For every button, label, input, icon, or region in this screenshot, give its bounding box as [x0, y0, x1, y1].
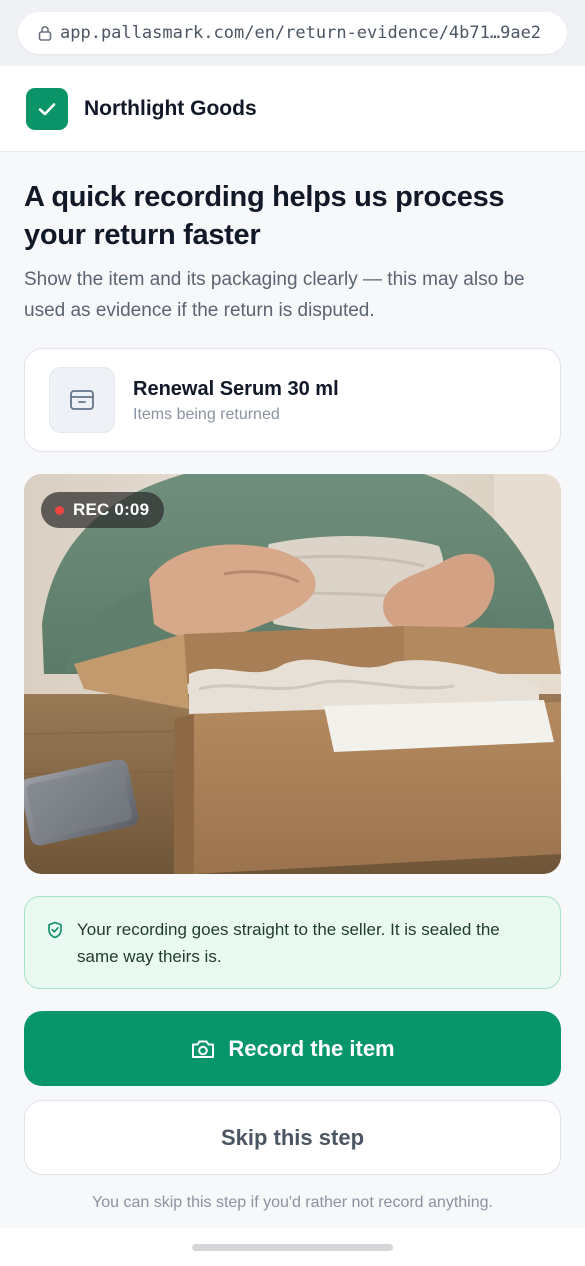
recording-badge: REC 0:09: [41, 492, 165, 528]
recording-indicator-dot: [55, 505, 64, 515]
skip-step-label: Skip this step: [220, 1124, 365, 1150]
record-item-label: Record the item: [228, 1035, 395, 1061]
app-header: Northlight Goods: [0, 66, 585, 152]
archive-box-icon: [70, 390, 94, 410]
home-bar-area: [0, 1228, 585, 1266]
page-subtitle: Show the item and its packaging clearly …: [24, 269, 525, 321]
item-name: Renewal Serum 30 ml: [133, 378, 339, 400]
skip-step-button[interactable]: Skip this step: [24, 1100, 561, 1175]
notice-text: Your recording goes straight to the sell…: [77, 920, 500, 966]
return-item-card: Renewal Serum 30 ml Items being returned: [24, 348, 561, 452]
main-content: A quick recording helps us process your …: [0, 152, 585, 1212]
url-text: app.pallasmark.com/en/return-evidence/4b…: [60, 23, 542, 43]
recording-frame-image: [24, 474, 561, 874]
check-icon: [38, 102, 56, 115]
home-indicator[interactable]: [192, 1243, 393, 1251]
privacy-notice: Your recording goes straight to the sell…: [24, 896, 561, 989]
skip-footnote: You can skip this step if you'd rather n…: [92, 1194, 493, 1211]
page-title: A quick recording helps us process your …: [24, 181, 505, 251]
recording-preview: REC 0:09: [24, 474, 561, 874]
brand-logo: [26, 87, 68, 130]
item-caption: Items being returned: [133, 406, 280, 423]
camera-icon: [192, 1040, 215, 1058]
page: app.pallasmark.com/en/return-evidence/4b…: [0, 0, 585, 1266]
item-thumbnail: [49, 367, 115, 433]
lock-icon: [38, 25, 52, 41]
brand-name: Northlight Goods: [84, 96, 257, 120]
recording-timer: REC 0:09: [73, 500, 150, 519]
record-item-button[interactable]: Record the item: [24, 1011, 561, 1086]
shield-check-icon: [48, 921, 62, 939]
address-bar[interactable]: app.pallasmark.com/en/return-evidence/4b…: [18, 12, 567, 54]
browser-chrome: app.pallasmark.com/en/return-evidence/4b…: [0, 0, 585, 66]
item-details: Renewal Serum 30 ml Items being returned: [133, 376, 339, 424]
